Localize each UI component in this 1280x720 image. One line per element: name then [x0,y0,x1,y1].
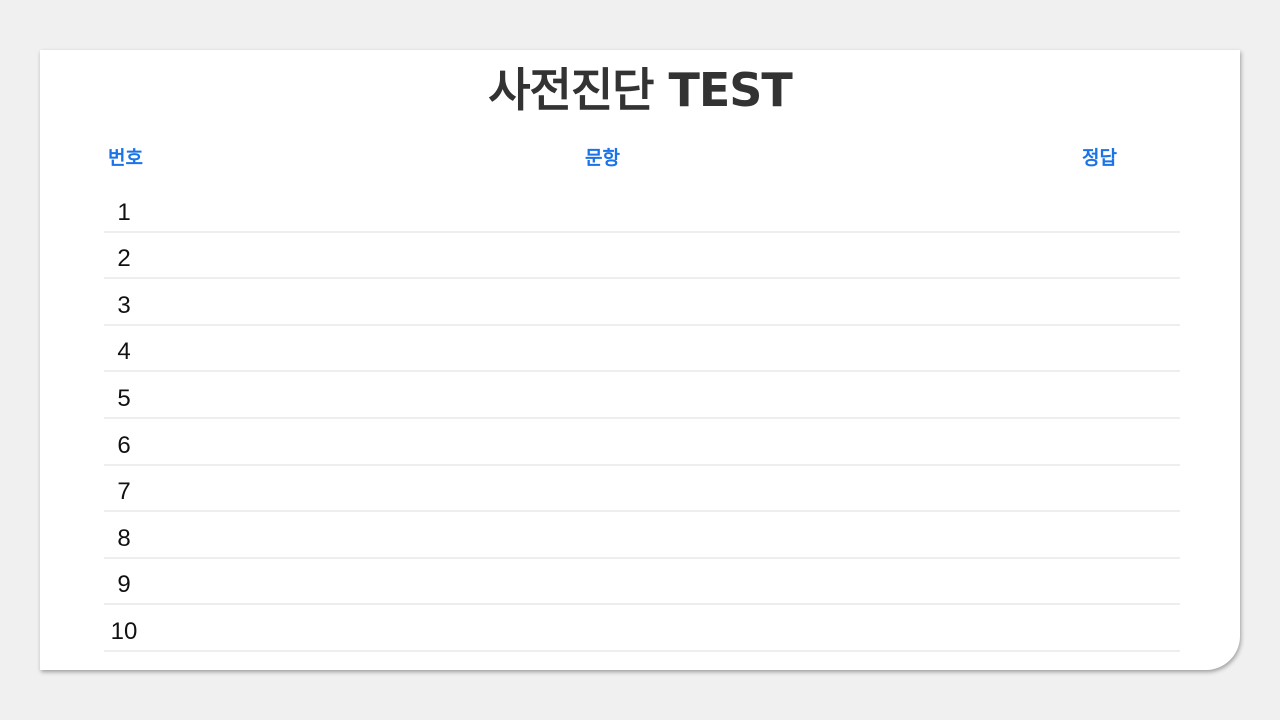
row-number: 6 [117,431,131,459]
table-row: 10 [104,605,1180,652]
answer-table: 번호 문항 정답 1 2 3 4 5 6 7 8 9 10 [104,140,1180,652]
table-header: 번호 문항 정답 [104,140,1180,186]
row-number: 5 [117,384,131,412]
row-number: 7 [117,478,131,506]
quiz-card: 사전진단 TEST 번호 문항 정답 1 2 3 4 5 6 7 8 9 10 [40,50,1240,670]
table-row: 3 [104,279,1180,326]
row-number: 8 [117,524,131,552]
table-row: 1 [104,186,1180,233]
table-row: 8 [104,512,1180,559]
row-number: 9 [117,571,131,599]
header-question: 문항 [585,147,620,169]
table-row: 4 [104,326,1180,373]
row-number: 10 [110,617,138,645]
header-number: 번호 [108,147,143,169]
row-number: 1 [117,198,131,226]
table-row: 7 [104,466,1180,513]
header-answer: 정답 [1082,147,1117,169]
row-number: 2 [117,245,131,273]
table-row: 9 [104,559,1180,606]
row-number: 3 [117,291,131,319]
page-title: 사전진단 TEST [488,63,793,117]
table-row: 2 [104,233,1180,280]
table-row: 6 [104,419,1180,466]
table-row: 5 [104,372,1180,419]
row-number: 4 [117,338,131,366]
